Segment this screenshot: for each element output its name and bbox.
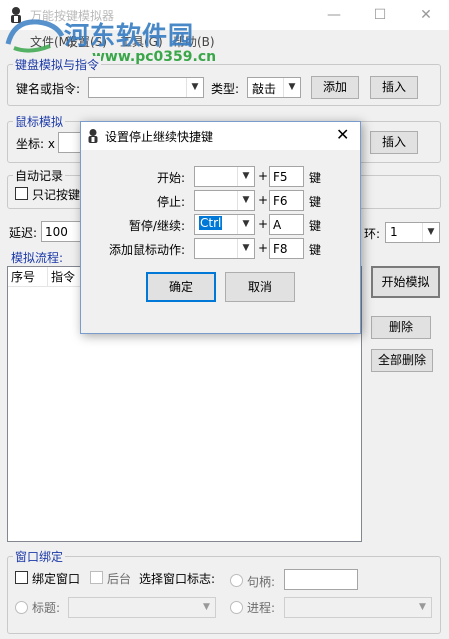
hotkey-dialog: 设置停止继续快捷键 ✕ 开始: ▼ + F5 键 停止: ▼ + F6 键 暂停…: [80, 121, 361, 334]
bind-window-checkbox[interactable]: [15, 571, 28, 584]
dialog-title-bar: 设置停止继续快捷键 ✕: [81, 122, 360, 150]
minimize-button[interactable]: —: [311, 0, 357, 30]
ok-button[interactable]: 确定: [146, 272, 216, 302]
chevron-down-icon: ▼: [237, 215, 254, 234]
mouse-group-title: 鼠标模拟: [13, 113, 66, 130]
start-hotkey-label: 开始:: [156, 171, 185, 185]
chevron-down-icon: ▼: [237, 167, 254, 186]
key-name-label: 键名或指令:: [16, 82, 81, 96]
pause-key-input[interactable]: A: [269, 214, 304, 235]
key-name-combo[interactable]: ▼: [88, 77, 204, 98]
start-simulation-button[interactable]: 开始模拟: [371, 266, 440, 298]
background-checkbox[interactable]: [90, 571, 103, 584]
chevron-down-icon: ▼: [237, 191, 254, 210]
pause-modifier-value: Ctrl: [199, 216, 223, 230]
pause-resume-hotkey-label: 暂停/继续:: [128, 219, 185, 233]
close-button[interactable]: ✕: [403, 0, 449, 30]
delay-value: 100: [45, 225, 68, 239]
key-suffix: 键: [309, 219, 322, 233]
key-suffix: 键: [309, 243, 322, 257]
watermark-url: www.pc0359.cn: [92, 49, 217, 65]
key-suffix: 键: [309, 171, 322, 185]
insert-mouse-button[interactable]: 插入: [370, 131, 418, 154]
handle-label: 句柄:: [247, 575, 276, 589]
loop-value: 1: [390, 225, 398, 239]
delay-label: 延迟:: [9, 226, 38, 240]
type-value: 敲击: [252, 82, 277, 96]
stop-modifier-combo[interactable]: ▼: [194, 190, 255, 211]
process-radio[interactable]: [230, 601, 243, 614]
delete-all-button[interactable]: 全部删除: [371, 349, 433, 372]
handle-input[interactable]: [284, 569, 358, 590]
background-label: 后台: [107, 572, 132, 586]
chevron-down-icon: ▼: [283, 78, 300, 97]
plus-sign: +: [258, 241, 269, 255]
dialog-app-icon: [88, 129, 98, 143]
auto-record-title: 自动记录: [13, 167, 66, 184]
chevron-down-icon: ▼: [203, 602, 210, 612]
only-record-keys-label: 只记按键: [32, 188, 81, 202]
keyboard-group-title: 键盘模拟与指令: [13, 56, 102, 73]
mouse-action-modifier-combo[interactable]: ▼: [194, 238, 255, 259]
dialog-title: 设置停止继续快捷键: [105, 130, 214, 144]
window-bind-title: 窗口绑定: [13, 548, 66, 565]
pause-key-value: A: [273, 218, 282, 232]
chevron-down-icon: ▼: [419, 602, 426, 612]
process-combo[interactable]: ▼: [284, 597, 432, 618]
select-window-mark-label: 选择窗口标志:: [139, 572, 216, 586]
start-modifier-combo[interactable]: ▼: [194, 166, 255, 187]
type-combo[interactable]: 敲击 ▼: [247, 77, 301, 98]
plus-sign: +: [258, 217, 269, 231]
chevron-down-icon: ▼: [186, 78, 203, 97]
cancel-button[interactable]: 取消: [225, 272, 295, 302]
mouse-action-key-value: F8: [273, 242, 288, 256]
start-key-input[interactable]: F5: [269, 166, 304, 187]
chevron-down-icon: ▼: [422, 223, 439, 242]
coord-x-label: 坐标: x: [16, 137, 55, 151]
watermark-name: 河东软件园: [64, 21, 195, 50]
delay-input[interactable]: 100: [41, 221, 81, 242]
watermark-logo-icon: [5, 19, 65, 53]
title-label: 标题:: [32, 601, 61, 615]
flow-title: 模拟流程:: [11, 251, 64, 265]
stop-key-input[interactable]: F6: [269, 190, 304, 211]
maximize-button[interactable]: ☐: [357, 0, 403, 30]
add-button[interactable]: 添加: [311, 76, 359, 99]
only-record-keys-checkbox[interactable]: [15, 187, 28, 200]
title-radio[interactable]: [15, 601, 28, 614]
loop-combo[interactable]: 1 ▼: [385, 222, 440, 243]
loop-label: 环:: [364, 227, 381, 241]
chevron-down-icon: ▼: [237, 239, 254, 258]
dialog-close-icon[interactable]: ✕: [336, 125, 349, 144]
add-mouse-action-hotkey-label: 添加鼠标动作:: [108, 243, 185, 257]
plus-sign: +: [258, 169, 269, 183]
window-bind-group: [7, 556, 441, 634]
handle-radio[interactable]: [230, 574, 243, 587]
process-label: 进程:: [247, 601, 276, 615]
type-label: 类型:: [211, 82, 240, 96]
start-key-value: F5: [273, 170, 288, 184]
pause-modifier-combo[interactable]: Ctrl ▼: [194, 214, 255, 235]
delete-button[interactable]: 删除: [371, 316, 431, 339]
plus-sign: +: [258, 193, 269, 207]
stop-key-value: F6: [273, 194, 288, 208]
title-combo[interactable]: ▼: [68, 597, 216, 618]
insert-key-button[interactable]: 插入: [370, 76, 418, 99]
bind-window-label: 绑定窗口: [32, 572, 81, 586]
column-header-index[interactable]: 序号: [8, 267, 48, 287]
mouse-action-key-input[interactable]: F8: [269, 238, 304, 259]
key-suffix: 键: [309, 195, 322, 209]
stop-hotkey-label: 停止:: [156, 195, 185, 209]
